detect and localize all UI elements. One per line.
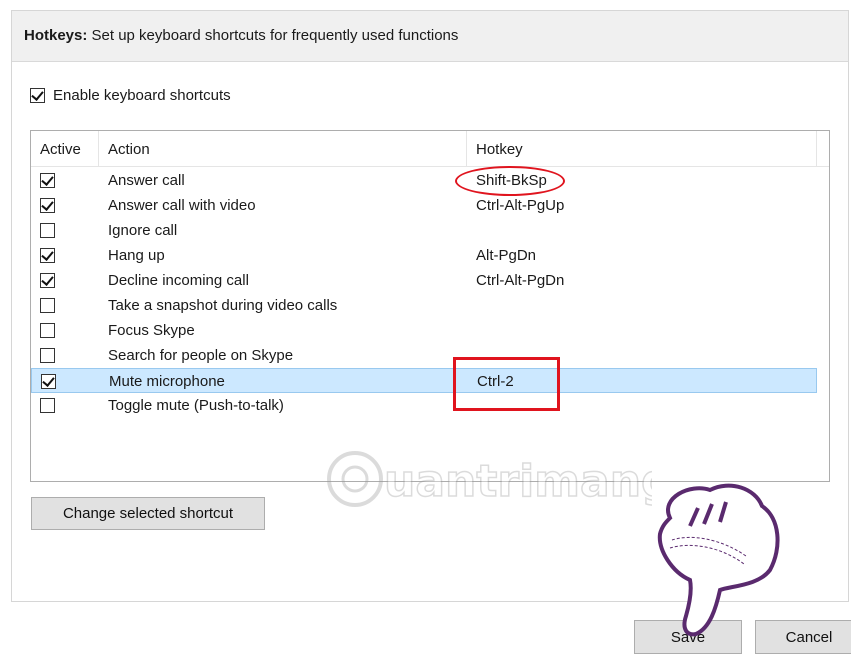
table-row[interactable]: Search for people on Skype xyxy=(31,343,817,368)
row-active-checkbox[interactable] xyxy=(41,374,56,389)
watermark-text: uantrimang xyxy=(384,456,652,507)
row-active-checkbox[interactable] xyxy=(40,273,55,288)
header-title-bold: Hotkeys: xyxy=(24,27,88,44)
annotation-box xyxy=(453,357,560,411)
row-action-label: Mute microphone xyxy=(109,373,225,390)
table-row[interactable]: Ignore call xyxy=(31,218,817,243)
table-row[interactable]: Focus Skype xyxy=(31,318,817,343)
row-action-label: Answer call with video xyxy=(108,197,256,214)
row-active-checkbox[interactable] xyxy=(40,348,55,363)
row-active-checkbox[interactable] xyxy=(40,248,55,263)
row-active-checkbox[interactable] xyxy=(40,223,55,238)
table-row[interactable]: Decline incoming call Ctrl-Alt-PgDn xyxy=(31,268,817,293)
table-header: Active Action Hotkey xyxy=(31,131,829,167)
table-row[interactable]: Toggle mute (Push-to-talk) xyxy=(31,393,817,418)
table-row[interactable]: Mute microphone Ctrl-2 xyxy=(31,368,817,393)
header-title-text: Set up keyboard shortcuts for frequently… xyxy=(87,27,459,44)
enable-shortcuts-checkbox[interactable] xyxy=(30,88,45,103)
column-header-action[interactable]: Action xyxy=(99,131,467,166)
hotkeys-table: Active Action Hotkey Answer call Shift-Bk… xyxy=(30,130,830,482)
table-row[interactable]: Hang up Alt-PgDn xyxy=(31,243,817,268)
row-hotkey-value: Alt-PgDn xyxy=(476,247,537,264)
watermark-bulb-icon xyxy=(327,451,383,507)
column-header-active[interactable]: Active xyxy=(31,131,99,166)
row-action-label: Answer call xyxy=(108,172,185,189)
row-action-label: Focus Skype xyxy=(108,322,195,339)
row-action-label: Search for people on Skype xyxy=(108,347,294,364)
table-row[interactable]: Answer call with video Ctrl-Alt-PgUp xyxy=(31,193,817,218)
panel-header: Hotkeys: Set up keyboard shortcuts for f… xyxy=(12,11,848,62)
row-action-label: Take a snapshot during video calls xyxy=(108,297,338,314)
row-active-checkbox[interactable] xyxy=(40,173,55,188)
watermark-logo: uantrimang xyxy=(327,451,652,508)
row-hotkey-value: Ctrl-Alt-PgDn xyxy=(476,272,565,289)
enable-shortcuts-label: Enable keyboard shortcuts xyxy=(53,87,231,104)
row-action-label: Ignore call xyxy=(108,222,178,239)
row-hotkey-value: Ctrl-Alt-PgUp xyxy=(476,197,565,214)
row-action-label: Hang up xyxy=(108,247,165,264)
column-header-hotkey[interactable]: Hotkey xyxy=(467,131,817,166)
annotation-circle xyxy=(455,166,565,196)
row-active-checkbox[interactable] xyxy=(40,198,55,213)
pointing-hand-icon xyxy=(657,483,780,637)
row-action-label: Decline incoming call xyxy=(108,272,249,289)
row-active-checkbox[interactable] xyxy=(40,323,55,338)
row-active-checkbox[interactable] xyxy=(40,398,55,413)
table-row[interactable]: Take a snapshot during video calls xyxy=(31,293,817,318)
change-shortcut-button[interactable]: Change selected shortcut xyxy=(31,497,265,530)
row-action-label: Toggle mute (Push-to-talk) xyxy=(108,397,284,414)
row-active-checkbox[interactable] xyxy=(40,298,55,313)
table-row[interactable]: Answer call Shift-BkSp xyxy=(31,168,817,193)
